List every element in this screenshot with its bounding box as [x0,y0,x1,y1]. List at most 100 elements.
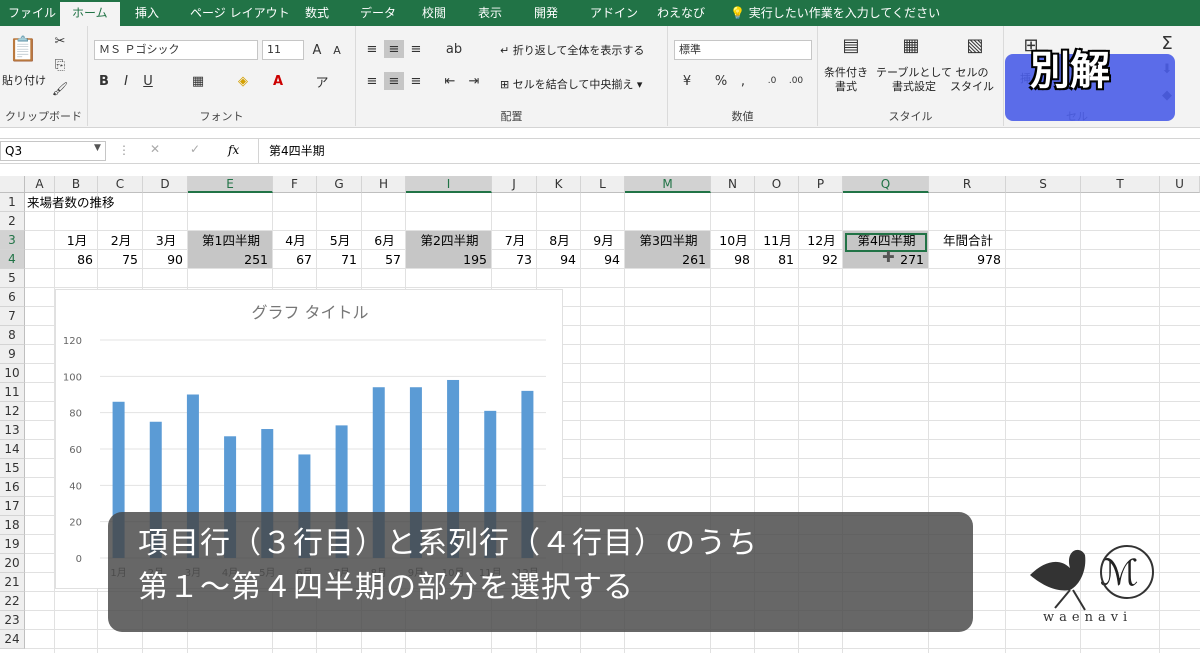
orientation-icon[interactable]: ab [444,40,464,58]
column-header[interactable]: H [362,176,406,193]
table-format-icon[interactable]: ▦ [898,32,924,58]
formula-input[interactable]: 第4四半期 [258,139,1200,163]
phonetic-icon[interactable]: ア [312,72,332,91]
cell-styles-icon[interactable]: ▧ [962,32,988,58]
value-cell[interactable]: 75 [100,250,142,269]
paste-icon[interactable]: 📋 [8,34,38,64]
header-cell[interactable]: 9月 [583,231,624,250]
row-header[interactable]: 4 [0,250,25,269]
column-header[interactable]: T [1081,176,1160,193]
cut-icon[interactable]: ✂ [50,32,70,50]
row-header[interactable]: 5 [0,269,25,288]
sheet-title-cell[interactable]: 来場者数の推移 [27,193,187,212]
column-header[interactable]: D [143,176,188,193]
wrap-text-button[interactable]: ↵ 折り返して全体を表示する [500,42,644,58]
value-cell[interactable]: 261 [627,250,710,269]
tab-page-layout[interactable]: ページ レイアウト [190,0,290,26]
tab-developer[interactable]: 開発 [534,0,558,26]
name-box-dropdown-icon[interactable]: ▼ [94,143,101,153]
column-header[interactable]: O [755,176,799,193]
tab-insert[interactable]: 挿入 [135,0,159,26]
align-top-icon[interactable]: ≡ [362,40,382,58]
tell-me-box[interactable]: 💡 実行したい作業を入力してください [730,0,940,26]
cell-styles-button[interactable]: セルの スタイル [950,66,994,94]
grow-font-icon[interactable]: A [308,40,326,60]
value-cell[interactable]: 94 [583,250,624,269]
number-format-select[interactable]: 標準 [674,40,812,60]
column-header[interactable]: M [625,176,711,193]
tab-formulas[interactable]: 数式 [305,0,329,26]
value-cell[interactable]: 195 [408,250,491,269]
fill-color-icon[interactable]: ◈ [233,72,253,90]
merge-center-button[interactable]: ⊞ セルを結合して中央揃え ▾ [500,76,642,92]
name-box[interactable]: Q3 [0,141,106,161]
increase-decimal-icon[interactable]: .0 [762,72,782,90]
tab-view[interactable]: 表示 [478,0,502,26]
row-header[interactable]: 8 [0,326,25,345]
column-header[interactable]: N [711,176,755,193]
align-left-icon[interactable]: ≡ [362,72,382,90]
increase-indent-icon[interactable]: ⇥ [464,72,484,90]
header-cell[interactable]: 4月 [275,231,316,250]
header-cell[interactable]: 11月 [757,231,798,250]
shrink-font-icon[interactable]: A [328,40,346,60]
header-cell[interactable]: 10月 [713,231,754,250]
header-cell[interactable]: 2月 [100,231,142,250]
align-right-icon[interactable]: ≡ [406,72,426,90]
column-header[interactable]: P [799,176,843,193]
column-header[interactable]: S [1006,176,1081,193]
row-header[interactable]: 7 [0,307,25,326]
row-header[interactable]: 11 [0,383,25,402]
decrease-indent-icon[interactable]: ⇤ [440,72,460,90]
row-header[interactable]: 15 [0,459,25,478]
value-cell[interactable]: 94 [539,250,580,269]
tab-addins[interactable]: アドイン [590,0,638,26]
tab-home[interactable]: ホーム [60,0,120,26]
row-header[interactable]: 22 [0,592,25,611]
header-cell[interactable]: 6月 [364,231,405,250]
column-header[interactable]: C [98,176,143,193]
italic-button[interactable]: I [118,72,134,90]
value-cell[interactable]: 98 [713,250,754,269]
row-header[interactable]: 24 [0,630,25,649]
value-cell[interactable]: 81 [757,250,798,269]
column-header[interactable]: K [537,176,581,193]
row-header[interactable]: 12 [0,402,25,421]
column-header[interactable]: F [273,176,317,193]
column-header[interactable]: Q [843,176,929,193]
row-header[interactable]: 16 [0,478,25,497]
enter-icon[interactable]: ✓ [190,142,200,156]
conditional-format-button[interactable]: 条件付き 書式 [824,66,868,94]
conditional-format-icon[interactable]: ▤ [838,32,864,58]
align-middle-icon[interactable]: ≡ [384,40,404,58]
row-header[interactable]: 18 [0,516,25,535]
column-header[interactable]: L [581,176,625,193]
cancel-icon[interactable]: ✕ [150,142,160,156]
font-size-select[interactable]: 11 [262,40,304,60]
align-center-icon[interactable]: ≡ [384,72,404,90]
paste-button[interactable]: 貼り付け [2,72,46,88]
value-cell[interactable]: 73 [494,250,536,269]
select-all-corner[interactable] [0,176,25,193]
header-cell[interactable]: 8月 [539,231,580,250]
header-cell[interactable]: 3月 [145,231,187,250]
autosum-icon[interactable]: Σ [1156,32,1178,54]
value-cell[interactable]: 67 [275,250,316,269]
value-cell[interactable]: 92 [801,250,842,269]
header-cell[interactable]: 12月 [801,231,842,250]
value-cell[interactable]: 251 [190,250,272,269]
row-header[interactable]: 1 [0,193,25,212]
row-header[interactable]: 9 [0,345,25,364]
header-cell[interactable]: 1月 [57,231,97,250]
underline-button[interactable]: U [140,72,156,90]
header-cell[interactable]: 第2四半期 [408,231,491,250]
insert-function-icon[interactable]: fx [228,143,239,157]
header-cell[interactable]: 年間合計 [931,231,1005,250]
value-cell[interactable]: 90 [145,250,187,269]
column-header[interactable]: B [55,176,98,193]
currency-icon[interactable]: ¥ [676,72,698,90]
column-header[interactable]: A [25,176,55,193]
row-header[interactable]: 10 [0,364,25,383]
row-header[interactable]: 13 [0,421,25,440]
row-header[interactable]: 21 [0,573,25,592]
